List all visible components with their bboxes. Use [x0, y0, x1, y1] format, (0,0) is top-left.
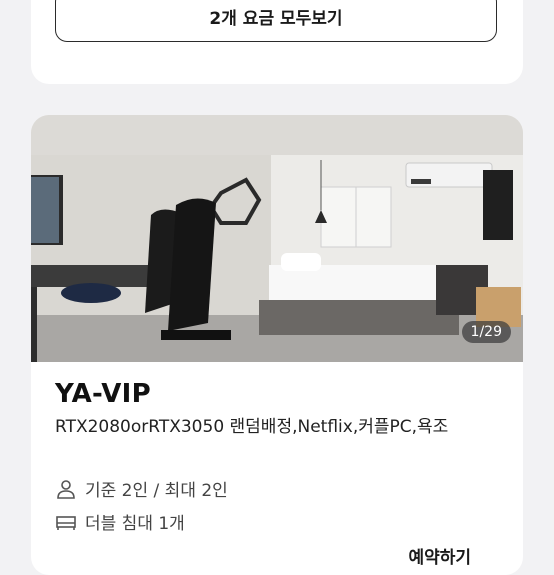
- capacity-text: 기준 2인 / 최대 2인: [85, 481, 228, 501]
- reserve-button-partial[interactable]: 예약하기: [408, 543, 471, 568]
- person-icon: [55, 478, 77, 500]
- photo-counter: 1/29: [461, 321, 511, 343]
- rate-card: 2개 요금 모두보기: [31, 0, 523, 84]
- capacity-row: 기준 2인 / 최대 2인: [55, 476, 228, 501]
- room-photo[interactable]: 1/29: [31, 115, 523, 362]
- bed-row: 더블 침대 1개: [55, 509, 185, 534]
- bed-icon: [55, 511, 77, 533]
- room-name: YA-VIP: [55, 379, 152, 409]
- room-description: RTX2080orRTX3050 랜덤배정,Netflix,커플PC,욕조: [55, 417, 449, 437]
- room-photo-image: [31, 115, 523, 362]
- room-card[interactable]: 1/29 YA-VIP RTX2080orRTX3050 랜덤배정,Netfli…: [31, 115, 523, 575]
- view-all-rates-button[interactable]: 2개 요금 모두보기: [55, 0, 497, 42]
- bed-text: 더블 침대 1개: [85, 514, 185, 534]
